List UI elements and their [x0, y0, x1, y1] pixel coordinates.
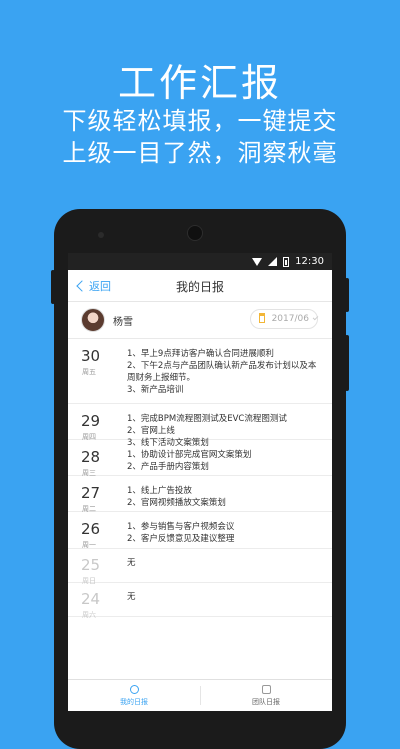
report-item: 1、线上广告投放 [127, 486, 192, 496]
report-day: 29 [81, 412, 101, 430]
page-title: 我的日报 [175, 280, 224, 294]
calendar-icon [259, 313, 265, 323]
report-row[interactable]: 24 周六 无 [68, 583, 332, 619]
phone-side-button [345, 278, 349, 312]
wifi-icon [252, 257, 263, 266]
report-content: 1、参与销售与客户视频会议 2、客户反馈意见及建议整理 [127, 521, 320, 545]
team-icon [261, 684, 271, 694]
promo-subtitle-2: 上级一目了然，洞察秋毫 [62, 139, 338, 167]
phone-screen: 12:30 返回 我的日报 杨雪 2017/06 30 周五 1、早上9点拜访客户确… [68, 253, 332, 711]
report-day: 27 [81, 484, 101, 502]
promo-subtitle-1: 下级轻松填报，一键提交 [62, 107, 338, 135]
tab-my-report[interactable]: 我的日报 [68, 680, 200, 711]
tab-bar: 我的日报 团队日报 [68, 679, 332, 711]
chevron-down-icon [312, 314, 319, 321]
report-item: 2、下午2点与产品团队确认新产品发布计划以及本周财务上报细节。 [127, 361, 317, 383]
report-row[interactable]: 29 周四 1、完成BPM流程图测试及EVC流程图测试 2、官网上线 3、线下活动文案策… [68, 404, 332, 448]
promo-title: 工作汇报 [117, 61, 282, 105]
report-item: 1、早上9点拜访客户确认合同进展顺利 [127, 349, 274, 359]
report-weekday: 周五 [82, 368, 96, 376]
report-list: 30 周五 1、早上9点拜访客户确认合同进展顺利 2、下午2点与产品团队确认新产品发布… [68, 338, 332, 619]
person-icon [129, 684, 139, 694]
report-weekday: 周六 [82, 611, 96, 619]
report-item: 1、协助设计部完成官网文案策划 [127, 450, 252, 460]
avatar [81, 308, 105, 332]
report-item: 1、参与销售与客户视频会议 [127, 522, 235, 532]
report-item: 无 [127, 592, 136, 602]
report-row[interactable]: 26 周一 1、参与销售与客户视频会议 2、客户反馈意见及建议整理 [68, 512, 332, 549]
report-item: 2、官网视频播放文案策划 [127, 498, 226, 508]
month-value: 2017/06 [271, 314, 309, 324]
phone-camera [187, 225, 203, 241]
phone-volume-button [51, 270, 55, 304]
battery-icon [283, 256, 290, 267]
tab-team-report[interactable]: 团队日报 [200, 680, 332, 711]
user-name: 杨雪 [113, 317, 133, 328]
report-row[interactable]: 27 周二 1、线上广告投放 2、官网视频播放文案策划 [68, 476, 332, 513]
status-time: 12:30 [295, 256, 324, 267]
month-picker[interactable]: 2017/06 [250, 309, 319, 329]
phone-power-button [345, 335, 349, 391]
report-item: 2、官网上线 [127, 426, 175, 436]
report-item: 无 [127, 558, 136, 568]
report-content: 无 [127, 557, 320, 569]
report-item: 2、客户反馈意见及建议整理 [127, 534, 235, 544]
report-item: 3、新产品培训 [127, 385, 184, 395]
signal-icon [268, 257, 278, 266]
nav-bar: 返回 我的日报 [68, 270, 332, 302]
report-day: 26 [81, 520, 101, 538]
report-item: 1、完成BPM流程图测试及EVC流程图测试 [127, 414, 287, 424]
report-day: 28 [81, 448, 101, 466]
status-bar: 12:30 [68, 253, 332, 270]
tab-label: 我的日报 [120, 697, 148, 706]
tab-label: 团队日报 [252, 697, 280, 706]
report-row[interactable]: 28 周三 1、协助设计部完成官网文案策划 2、产品手册内容策划 [68, 440, 332, 477]
report-item: 2、产品手册内容策划 [127, 462, 209, 472]
report-day: 25 [81, 556, 101, 574]
report-content: 1、早上9点拜访客户确认合同进展顺利 2、下午2点与产品团队确认新产品发布计划以及… [127, 348, 320, 396]
report-row[interactable]: 25 周日无 [68, 549, 332, 585]
report-row[interactable]: 30 周五 1、早上9点拜访客户确认合同进展顺利 2、下午2点与产品团队确认新产品发布… [68, 338, 332, 404]
user-row: 杨雪 2017/06 [68, 302, 332, 339]
phone-sensor [98, 232, 104, 238]
report-content: 1、协助设计部完成官网文案策划 2、产品手册内容策划 [127, 449, 320, 473]
report-content: 无 [127, 591, 320, 603]
report-day: 24 [81, 590, 101, 608]
report-content: 1、线上广告投放 2、官网视频播放文案策划 [127, 485, 320, 509]
report-day: 30 [81, 347, 101, 365]
